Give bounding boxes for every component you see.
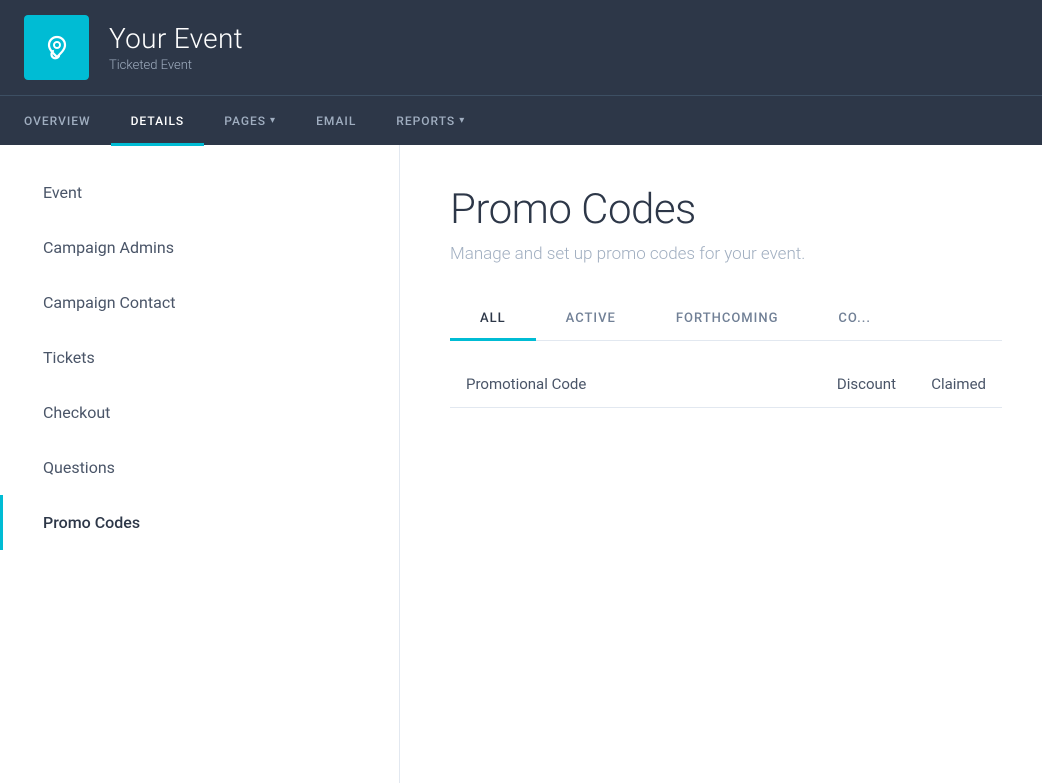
sidebar-item-campaign-admins[interactable]: Campaign Admins [0,220,399,275]
nav-item-pages[interactable]: PAGES ▾ [204,96,296,146]
nav-item-overview[interactable]: OVERVIEW [24,96,111,146]
tab-active[interactable]: ACTIVE [536,299,646,341]
content-panel: Promo Codes Manage and set up promo code… [400,145,1042,783]
main-nav: OVERVIEW DETAILS PAGES ▾ EMAIL REPORTS ▾ [0,95,1042,145]
nav-item-details[interactable]: DETAILS [111,96,205,146]
chevron-down-icon: ▾ [459,115,465,126]
header-title-group: Your Event Ticketed Event [109,22,243,73]
sidebar-item-event[interactable]: Event [0,165,399,220]
tab-all[interactable]: ALL [450,299,536,341]
promo-codes-table: Promotional Code Discount Claimed [450,361,1002,408]
page-title: Promo Codes [450,185,1002,234]
tab-other[interactable]: CO... [808,299,901,341]
sidebar-item-tickets[interactable]: Tickets [0,330,399,385]
header: Your Event Ticketed Event [0,0,1042,95]
event-subtitle: Ticketed Event [109,58,243,73]
sidebar: Event Campaign Admins Campaign Contact T… [0,145,400,783]
sidebar-item-questions[interactable]: Questions [0,440,399,495]
main-content: Event Campaign Admins Campaign Contact T… [0,145,1042,783]
table-header-row: Promotional Code Discount Claimed [450,361,1002,408]
content-area: Promo Codes Manage and set up promo code… [400,145,1042,783]
tab-forthcoming[interactable]: FORTHCOMING [646,299,809,341]
chevron-down-icon: ▾ [270,115,276,126]
sidebar-item-checkout[interactable]: Checkout [0,385,399,440]
table-header-discount: Discount [796,375,896,393]
sidebar-item-campaign-contact[interactable]: Campaign Contact [0,275,399,330]
table-header-code: Promotional Code [466,375,796,393]
event-logo [24,15,89,80]
page-subtitle: Manage and set up promo codes for your e… [450,244,1002,264]
sidebar-item-promo-codes[interactable]: Promo Codes [0,495,399,550]
nav-item-email[interactable]: EMAIL [296,96,376,146]
nav-item-reports[interactable]: REPORTS ▾ [376,96,485,146]
tabs: ALL ACTIVE FORTHCOMING CO... [450,299,1002,341]
event-title: Your Event [109,22,243,55]
table-header-claimed: Claimed [896,375,986,393]
